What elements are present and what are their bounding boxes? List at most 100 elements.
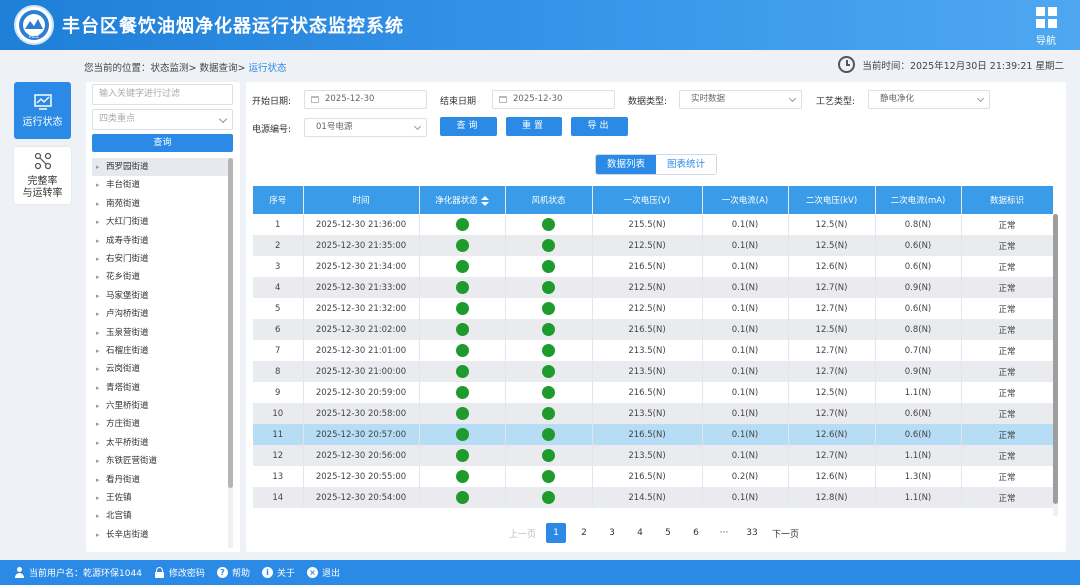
table-row[interactable]: 14 2025-12-30 20:54:00 214.5(N) 0.1(N) 12.8(… [253, 487, 1053, 508]
tree-scrollbar[interactable] [228, 158, 233, 548]
cell-fan-status [505, 487, 593, 508]
power-select[interactable]: 01号电源 [304, 118, 427, 137]
breadcrumb-level2[interactable]: 数据查询 [200, 63, 238, 74]
table-row[interactable]: 1 2025-12-30 21:36:00 215.5(N) 0.1(N) 12.5(N… [253, 214, 1053, 235]
cell-primary-current: 0.1(N) [702, 424, 789, 445]
col-header-purifier-status[interactable]: 净化器状态 [419, 186, 506, 214]
tree-item[interactable]: 看丹街道 [92, 471, 228, 490]
about-link[interactable]: i 关于 [261, 566, 295, 579]
sort-icon[interactable] [480, 195, 489, 206]
reset-button[interactable]: 重置 [506, 117, 562, 136]
tree-item[interactable]: 南苑街道 [92, 195, 228, 214]
page-button[interactable]: 2 [574, 523, 594, 543]
tree-item[interactable]: 石榴庄街道 [92, 342, 228, 361]
tree-item[interactable]: 云岗街道 [92, 360, 228, 379]
tree-item[interactable]: 卢沟桥街道 [92, 305, 228, 324]
tree-item[interactable]: 西罗园街道 [92, 158, 228, 177]
status-on-icon [455, 428, 469, 441]
cell-primary-voltage: 213.5(N) [592, 445, 703, 466]
tree-query-button[interactable]: 查询 [92, 134, 233, 152]
tree-item[interactable]: 右安门街道 [92, 250, 228, 269]
next-page-button[interactable]: 下一页 [772, 527, 799, 540]
tree-item[interactable]: 青塔街道 [92, 379, 228, 398]
data-type-select[interactable]: 实时数据 [679, 90, 802, 109]
cell-purifier-status [419, 403, 506, 424]
tree-item[interactable]: 玉泉营街道 [92, 324, 228, 343]
table-row[interactable]: 12 2025-12-30 20:56:00 213.5(N) 0.1(N) 12.7(… [253, 445, 1053, 466]
cell-purifier-status [419, 277, 506, 298]
start-date-input[interactable]: 2025-12-30 [304, 90, 427, 109]
table-row[interactable]: 13 2025-12-30 20:55:00 216.5(N) 0.2(N) 12.6(… [253, 466, 1053, 487]
cell-primary-current: 0.1(N) [702, 298, 789, 319]
close-icon: × [306, 567, 318, 578]
tree-item[interactable]: 太平桥街道 [92, 434, 228, 453]
logout-link[interactable]: × 退出 [306, 566, 340, 579]
tree-item[interactable]: 王佐镇 [92, 489, 228, 508]
status-on-icon [455, 260, 469, 273]
tree-item[interactable]: 东铁匠营街道 [92, 452, 228, 471]
end-date-input[interactable]: 2025-12-30 [492, 90, 615, 109]
table-row[interactable]: 9 2025-12-30 20:59:00 216.5(N) 0.1(N) 12.5(N… [253, 382, 1053, 403]
change-password-link[interactable]: 修改密码 [154, 566, 205, 579]
view-tabs: 数据列表 图表统计 [595, 154, 717, 175]
table-scroll-thumb[interactable] [1053, 214, 1058, 504]
query-button[interactable]: 查询 [440, 117, 497, 136]
page-button[interactable]: 5 [658, 523, 678, 543]
page-button[interactable]: 4 [630, 523, 650, 543]
cell-index: 9 [253, 382, 304, 403]
cell-secondary-voltage: 12.5(N) [788, 319, 876, 340]
footer-user-name: 乾源环保1044 [83, 569, 142, 579]
pagination: 上一页 1 2 3 4 5 6 ··· 33 下一页 [509, 523, 799, 543]
tree-item[interactable]: 北宫镇 [92, 507, 228, 526]
cell-data-flag: 正常 [961, 382, 1053, 403]
status-on-icon [455, 386, 469, 399]
tree-item[interactable]: 花乡街道 [92, 268, 228, 287]
page-button[interactable]: 6 [686, 523, 706, 543]
cell-primary-current: 0.1(N) [702, 214, 789, 235]
col-header-secondary-voltage: 二次电压(kV) [788, 186, 876, 214]
cell-time: 2025-12-30 21:34:00 [303, 256, 420, 277]
tree-item[interactable]: 方庄街道 [92, 415, 228, 434]
table-row[interactable]: 4 2025-12-30 21:33:00 212.5(N) 0.1(N) 12.7(N… [253, 277, 1053, 298]
tree-filter-input[interactable]: 输入关键字进行过滤 [92, 84, 233, 105]
page-button[interactable]: 33 [742, 523, 762, 543]
page-button[interactable]: 1 [546, 523, 567, 543]
cell-secondary-voltage: 12.5(N) [788, 382, 876, 403]
table-row[interactable]: 3 2025-12-30 21:34:00 216.5(N) 0.1(N) 12.6(N… [253, 256, 1053, 277]
table-row[interactable]: 2 2025-12-30 21:35:00 212.5(N) 0.1(N) 12.5(N… [253, 235, 1053, 256]
tree-item[interactable]: 成寿寺街道 [92, 232, 228, 251]
cell-primary-current: 0.1(N) [702, 235, 789, 256]
cell-fan-status [505, 298, 593, 319]
tree-item[interactable]: 丰台街道 [92, 176, 228, 195]
export-button[interactable]: 导出 [571, 117, 628, 136]
side-nav-completeness[interactable]: 完整率 与运转率 [14, 147, 71, 204]
nav-button[interactable]: 导航 [1026, 5, 1066, 47]
category-select[interactable]: 四类重点 [92, 109, 233, 130]
table-scrollbar[interactable] [1053, 214, 1058, 516]
tab-data-list[interactable]: 数据列表 [596, 155, 656, 174]
tree-item[interactable]: 大红门街道 [92, 213, 228, 232]
table-row[interactable]: 6 2025-12-30 21:02:00 216.5(N) 0.1(N) 12.5(N… [253, 319, 1053, 340]
tree-scroll-thumb[interactable] [228, 158, 233, 488]
tree-item[interactable]: 马家堡街道 [92, 287, 228, 306]
page-button[interactable]: 3 [602, 523, 622, 543]
footer-user: 当前用户名： 乾源环保1044 [14, 566, 142, 579]
table-row[interactable]: 11 2025-12-30 20:57:00 216.5(N) 0.1(N) 12.6(… [253, 424, 1053, 445]
tree-item[interactable]: 六里桥街道 [92, 397, 228, 416]
status-on-icon [542, 281, 555, 294]
cell-secondary-current: 1.1(N) [875, 487, 962, 508]
help-link[interactable]: ? 帮助 [216, 566, 250, 579]
page-ellipsis[interactable]: ··· [714, 523, 734, 543]
prev-page-button[interactable]: 上一页 [509, 527, 536, 540]
main-panel: 开始日期: 2025-12-30 结束日期 2025-12-30 数据类型: 实… [246, 82, 1066, 552]
tree-item[interactable]: 长辛店街道 [92, 526, 228, 545]
breadcrumb-level1[interactable]: 状态监测 [151, 63, 189, 74]
side-nav-run-status[interactable]: 运行状态 [14, 82, 71, 139]
network-nodes-icon [34, 152, 51, 170]
table-row[interactable]: 10 2025-12-30 20:58:00 213.5(N) 0.1(N) 12.7(… [253, 403, 1053, 424]
tab-chart-stats[interactable]: 图表统计 [656, 155, 716, 174]
table-row[interactable]: 7 2025-12-30 21:01:00 213.5(N) 0.1(N) 12.7(N… [253, 340, 1053, 361]
table-row[interactable]: 8 2025-12-30 21:00:00 213.5(N) 0.1(N) 12.7(N… [253, 361, 1053, 382]
table-row[interactable]: 5 2025-12-30 21:32:00 212.5(N) 0.1(N) 12.7(N… [253, 298, 1053, 319]
process-type-select[interactable]: 静电净化 [868, 90, 990, 109]
